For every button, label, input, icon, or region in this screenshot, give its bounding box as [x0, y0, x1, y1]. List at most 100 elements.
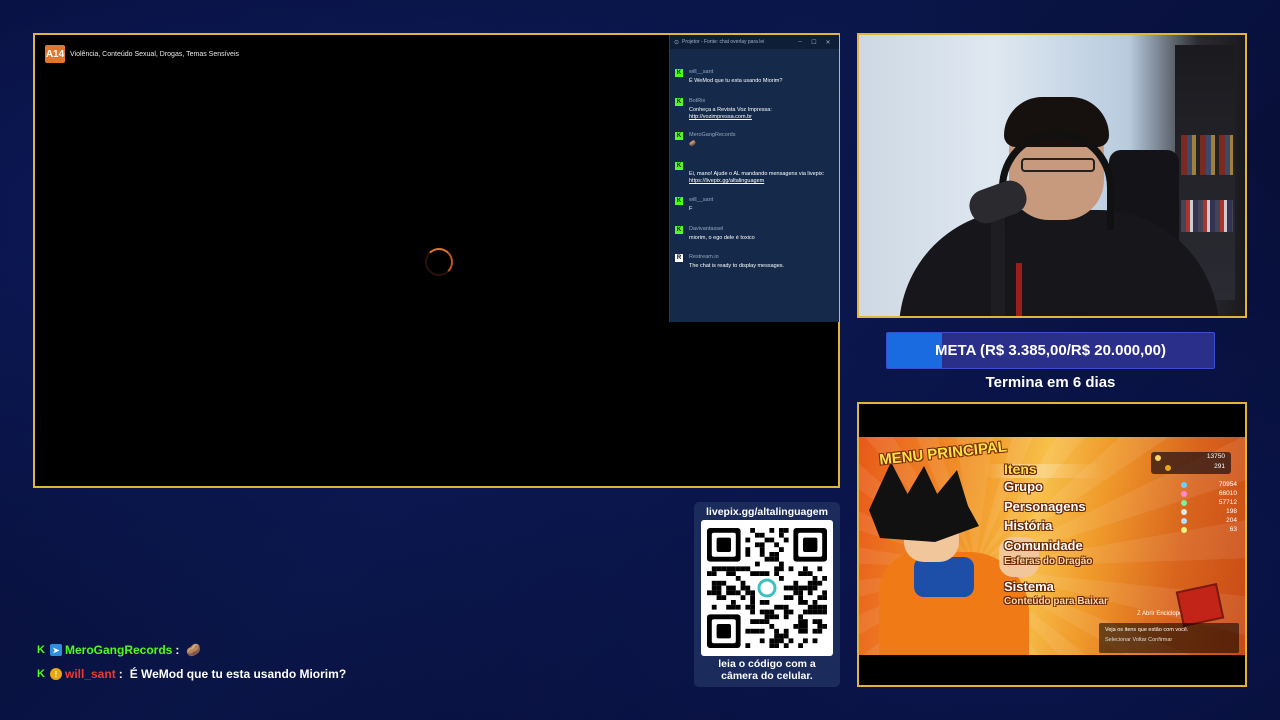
minimize-icon[interactable]: – — [793, 39, 807, 45]
overlay-chat-line: K ➤ MeroGangRecords : 🥔 — [35, 643, 201, 657]
qr-module — [726, 590, 731, 596]
qr-module — [764, 556, 770, 562]
qr-module — [759, 532, 765, 538]
qr-module — [803, 600, 808, 605]
qr-module — [750, 628, 755, 634]
qr-module — [731, 590, 736, 596]
overlay-chat-line: K! will_sant : É WeMod que tu esta usando … — [35, 667, 346, 681]
qr-module — [769, 537, 775, 543]
qr-module — [812, 600, 818, 605]
books — [1181, 200, 1233, 232]
qr-hint-line: leia o código com a — [718, 658, 816, 670]
qr-module — [764, 609, 770, 615]
chat-username[interactable]: will__sant — [689, 197, 713, 203]
qr-module — [750, 619, 755, 624]
chat-window-title: Projetor - Fonte: chat overlay para lei — [682, 39, 765, 45]
qr-module — [764, 600, 770, 605]
qr-module — [711, 571, 717, 576]
close-icon[interactable]: ✕ — [821, 39, 835, 46]
qr-module — [817, 566, 823, 572]
qr-module — [755, 561, 760, 567]
qr-module — [731, 604, 736, 610]
qr-module — [769, 528, 775, 533]
qr-module — [779, 566, 784, 572]
livepix-qr-panel: livepix.gg/altalinguagem leia o código c… — [694, 502, 840, 687]
qr-module — [707, 571, 712, 576]
chat-username[interactable]: Davivantassel — [689, 226, 723, 232]
qr-module — [711, 585, 717, 591]
chat-overlay-window[interactable]: ⊙ Projetor - Fonte: chat overlay para le… — [669, 35, 839, 322]
qr-module — [798, 624, 803, 629]
kick-icon: K — [675, 162, 683, 170]
qr-module — [793, 585, 799, 591]
qr-module — [798, 619, 803, 624]
qr-module — [803, 585, 808, 591]
qr-module — [745, 590, 751, 596]
kick-icon: K — [675, 197, 683, 205]
game-menu-item: Itens — [1004, 461, 1037, 477]
chat-text: Ei, mano! Ajude o AL mandando mensagens … — [689, 171, 837, 185]
qr-module — [769, 552, 775, 557]
qr-module — [817, 624, 823, 629]
qr-module — [774, 638, 779, 644]
overlay-chat-separator: : — [175, 643, 180, 657]
qr-module — [774, 604, 779, 610]
qr-module — [798, 585, 803, 591]
qr-finder-pattern — [716, 624, 731, 639]
qr-module — [803, 571, 808, 576]
chat-link[interactable]: https://livepix.gg/altalinguagem — [689, 178, 837, 185]
qr-module — [759, 638, 765, 644]
goal-deadline: Termina em 6 dias — [985, 374, 1116, 391]
qr-module — [716, 595, 722, 600]
zeni-icon — [1155, 455, 1161, 461]
livepix-logo-icon — [757, 578, 777, 598]
qr-module — [812, 609, 818, 615]
qr-module — [779, 561, 784, 567]
chat-link[interactable]: http://vozimpressa.com.br — [689, 114, 837, 121]
qr-module — [759, 571, 765, 576]
qr-module — [774, 566, 779, 572]
qr-module — [774, 614, 779, 620]
kick-icon: K — [675, 69, 683, 77]
chat-window-titlebar[interactable]: ⊙ Projetor - Fonte: chat overlay para le… — [670, 35, 839, 49]
qr-module — [774, 633, 779, 639]
qr-module — [740, 585, 746, 591]
qr-module — [779, 532, 784, 538]
qr-module — [726, 604, 731, 610]
chat-text-body: É WeMod que tu esta usando Miorim? — [689, 78, 783, 84]
qr-code[interactable] — [701, 520, 833, 656]
chat-username[interactable]: will__sant — [689, 69, 713, 75]
qr-module — [788, 609, 794, 615]
qr-module — [798, 643, 803, 648]
chat-username[interactable]: MeroGangRecords — [689, 132, 735, 138]
mic-stand — [991, 215, 1005, 316]
vip-badge-icon: ➤ — [50, 644, 62, 656]
qr-module — [755, 619, 760, 624]
video-player[interactable]: A14 Violência, Conteúdo Sexual, Drogas, … — [33, 33, 840, 488]
qr-module — [769, 609, 775, 615]
qr-module — [769, 638, 775, 644]
qr-module — [774, 552, 779, 557]
donation-goal-bar: META (R$ 3.385,00/R$ 20.000,00) — [886, 332, 1215, 369]
qr-module — [774, 556, 779, 562]
app-icon: ⊙ — [674, 39, 680, 46]
qr-module — [716, 585, 722, 591]
qr-module — [707, 590, 712, 596]
resource-value: 57712 — [1218, 499, 1237, 506]
chat-username[interactable]: BotRix — [689, 98, 705, 104]
maximize-icon[interactable]: ☐ — [807, 39, 821, 46]
qr-module — [783, 643, 789, 648]
game-capture: MENU PRINCIPAL Itens Grupo Personagens Hist… — [857, 402, 1247, 687]
chat-text: 🥔 — [689, 141, 837, 148]
qr-module — [788, 585, 794, 591]
qr-module — [807, 571, 813, 576]
chat-text-body: 🥔 — [689, 141, 696, 147]
qr-module — [755, 532, 760, 538]
qr-module — [726, 571, 731, 576]
qr-module — [822, 624, 827, 629]
overlay-chat-separator: : — [118, 667, 123, 681]
qr-module — [750, 600, 755, 605]
qr-module — [716, 566, 722, 572]
qr-module — [803, 566, 808, 572]
chat-username[interactable]: Restream.io — [689, 254, 719, 260]
